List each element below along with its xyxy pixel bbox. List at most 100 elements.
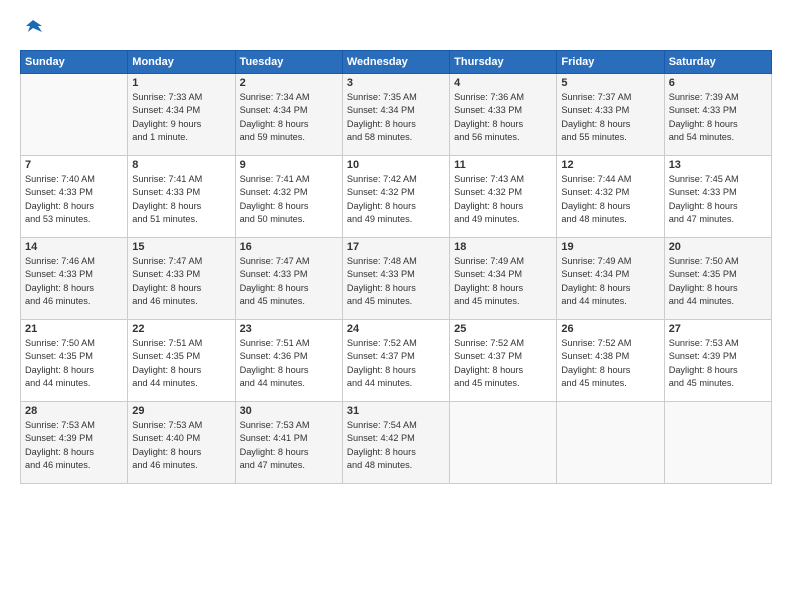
day-cell: 27 Sunrise: 7:53 AMSunset: 4:39 PMDayligh… <box>664 320 771 402</box>
day-info: Sunrise: 7:43 AMSunset: 4:32 PMDaylight:… <box>454 173 552 226</box>
logo <box>20 18 44 40</box>
day-cell: 14 Sunrise: 7:46 AMSunset: 4:33 PMDayligh… <box>21 238 128 320</box>
week-row-4: 21Sunrise: 7:50 AMSunset: 4:35 PMDayligh… <box>21 320 772 402</box>
header-day-wednesday: Wednesday <box>342 51 449 74</box>
day-cell: 19 Sunrise: 7:49 AMSunset: 4:34 PMDayligh… <box>557 238 664 320</box>
day-number: 2 <box>240 77 338 89</box>
day-info: Sunrise: 7:46 AMSunset: 4:33 PMDaylight:… <box>25 255 123 308</box>
calendar-table: SundayMondayTuesdayWednesdayThursdayFrid… <box>20 50 772 484</box>
header-day-monday: Monday <box>128 51 235 74</box>
day-number: 20 <box>669 241 767 253</box>
week-row-1: 1 Sunrise: 7:33 AMSunset: 4:34 PMDaylight… <box>21 74 772 156</box>
day-number: 27 <box>669 323 767 335</box>
day-number: 18 <box>454 241 552 253</box>
day-info: Sunrise: 7:40 AMSunset: 4:33 PMDaylight:… <box>25 173 123 226</box>
day-info: Sunrise: 7:53 AMSunset: 4:41 PMDaylight:… <box>240 419 338 472</box>
day-number: 1 <box>132 77 230 89</box>
day-info: Sunrise: 7:35 AMSunset: 4:34 PMDaylight:… <box>347 91 445 144</box>
day-cell: 16 Sunrise: 7:47 AMSunset: 4:33 PMDayligh… <box>235 238 342 320</box>
day-info: Sunrise: 7:45 AMSunset: 4:33 PMDaylight:… <box>669 173 767 226</box>
day-cell: 25 Sunrise: 7:52 AMSunset: 4:37 PMDayligh… <box>450 320 557 402</box>
day-cell: 5 Sunrise: 7:37 AMSunset: 4:33 PMDaylight… <box>557 74 664 156</box>
day-number: 24 <box>347 323 445 335</box>
day-info: Sunrise: 7:37 AMSunset: 4:33 PMDaylight:… <box>561 91 659 144</box>
day-info: Sunrise: 7:52 AMSunset: 4:37 PMDaylight:… <box>347 337 445 390</box>
day-number: 31 <box>347 405 445 417</box>
day-cell: 30 Sunrise: 7:53 AMSunset: 4:41 PMDayligh… <box>235 402 342 484</box>
day-info: Sunrise: 7:53 AMSunset: 4:39 PMDaylight:… <box>669 337 767 390</box>
day-info: Sunrise: 7:54 AMSunset: 4:42 PMDaylight:… <box>347 419 445 472</box>
day-cell: 7 Sunrise: 7:40 AMSunset: 4:33 PMDaylight… <box>21 156 128 238</box>
day-number: 22 <box>132 323 230 335</box>
day-cell: 23Sunrise: 7:51 AMSunset: 4:36 PMDayligh… <box>235 320 342 402</box>
header-day-friday: Friday <box>557 51 664 74</box>
day-info: Sunrise: 7:50 AMSunset: 4:35 PMDaylight:… <box>669 255 767 308</box>
day-info: Sunrise: 7:51 AMSunset: 4:35 PMDaylight:… <box>132 337 230 390</box>
day-cell <box>21 74 128 156</box>
day-number: 19 <box>561 241 659 253</box>
day-info: Sunrise: 7:33 AMSunset: 4:34 PMDaylight:… <box>132 91 230 144</box>
day-cell: 18 Sunrise: 7:49 AMSunset: 4:34 PMDayligh… <box>450 238 557 320</box>
week-row-2: 7 Sunrise: 7:40 AMSunset: 4:33 PMDaylight… <box>21 156 772 238</box>
calendar-page: SundayMondayTuesdayWednesdayThursdayFrid… <box>0 0 792 612</box>
day-number: 8 <box>132 159 230 171</box>
day-cell: 2 Sunrise: 7:34 AMSunset: 4:34 PMDaylight… <box>235 74 342 156</box>
week-row-3: 14 Sunrise: 7:46 AMSunset: 4:33 PMDayligh… <box>21 238 772 320</box>
header <box>20 18 772 40</box>
header-day-sunday: Sunday <box>21 51 128 74</box>
header-row: SundayMondayTuesdayWednesdayThursdayFrid… <box>21 51 772 74</box>
day-cell: 8 Sunrise: 7:41 AMSunset: 4:33 PMDaylight… <box>128 156 235 238</box>
day-info: Sunrise: 7:41 AMSunset: 4:33 PMDaylight:… <box>132 173 230 226</box>
day-number: 5 <box>561 77 659 89</box>
day-number: 26 <box>561 323 659 335</box>
day-cell: 21Sunrise: 7:50 AMSunset: 4:35 PMDayligh… <box>21 320 128 402</box>
day-cell: 15 Sunrise: 7:47 AMSunset: 4:33 PMDayligh… <box>128 238 235 320</box>
day-info: Sunrise: 7:49 AMSunset: 4:34 PMDaylight:… <box>561 255 659 308</box>
day-info: Sunrise: 7:44 AMSunset: 4:32 PMDaylight:… <box>561 173 659 226</box>
day-cell <box>664 402 771 484</box>
header-day-thursday: Thursday <box>450 51 557 74</box>
day-cell: 4 Sunrise: 7:36 AMSunset: 4:33 PMDaylight… <box>450 74 557 156</box>
header-day-tuesday: Tuesday <box>235 51 342 74</box>
day-number: 30 <box>240 405 338 417</box>
day-number: 16 <box>240 241 338 253</box>
day-cell: 24 Sunrise: 7:52 AMSunset: 4:37 PMDayligh… <box>342 320 449 402</box>
day-info: Sunrise: 7:51 AMSunset: 4:36 PMDaylight:… <box>240 337 338 390</box>
day-info: Sunrise: 7:53 AMSunset: 4:40 PMDaylight:… <box>132 419 230 472</box>
day-info: Sunrise: 7:52 AMSunset: 4:37 PMDaylight:… <box>454 337 552 390</box>
day-number: 7 <box>25 159 123 171</box>
day-info: Sunrise: 7:41 AMSunset: 4:32 PMDaylight:… <box>240 173 338 226</box>
day-number: 9 <box>240 159 338 171</box>
day-number: 17 <box>347 241 445 253</box>
day-number: 10 <box>347 159 445 171</box>
day-cell: 1 Sunrise: 7:33 AMSunset: 4:34 PMDaylight… <box>128 74 235 156</box>
day-info: Sunrise: 7:47 AMSunset: 4:33 PMDaylight:… <box>240 255 338 308</box>
day-number: 28 <box>25 405 123 417</box>
day-info: Sunrise: 7:36 AMSunset: 4:33 PMDaylight:… <box>454 91 552 144</box>
day-info: Sunrise: 7:34 AMSunset: 4:34 PMDaylight:… <box>240 91 338 144</box>
day-cell: 12Sunrise: 7:44 AMSunset: 4:32 PMDayligh… <box>557 156 664 238</box>
day-cell: 3 Sunrise: 7:35 AMSunset: 4:34 PMDaylight… <box>342 74 449 156</box>
day-number: 21 <box>25 323 123 335</box>
day-number: 4 <box>454 77 552 89</box>
day-cell: 31 Sunrise: 7:54 AMSunset: 4:42 PMDayligh… <box>342 402 449 484</box>
day-cell: 26Sunrise: 7:52 AMSunset: 4:38 PMDayligh… <box>557 320 664 402</box>
day-cell: 22 Sunrise: 7:51 AMSunset: 4:35 PMDayligh… <box>128 320 235 402</box>
day-cell: 20 Sunrise: 7:50 AMSunset: 4:35 PMDayligh… <box>664 238 771 320</box>
day-number: 14 <box>25 241 123 253</box>
header-day-saturday: Saturday <box>664 51 771 74</box>
day-number: 25 <box>454 323 552 335</box>
day-cell: 17 Sunrise: 7:48 AMSunset: 4:33 PMDayligh… <box>342 238 449 320</box>
day-cell: 29Sunrise: 7:53 AMSunset: 4:40 PMDayligh… <box>128 402 235 484</box>
day-info: Sunrise: 7:49 AMSunset: 4:34 PMDaylight:… <box>454 255 552 308</box>
day-cell: 13Sunrise: 7:45 AMSunset: 4:33 PMDayligh… <box>664 156 771 238</box>
day-info: Sunrise: 7:48 AMSunset: 4:33 PMDaylight:… <box>347 255 445 308</box>
day-number: 15 <box>132 241 230 253</box>
day-cell <box>557 402 664 484</box>
day-number: 3 <box>347 77 445 89</box>
day-info: Sunrise: 7:53 AMSunset: 4:39 PMDaylight:… <box>25 419 123 472</box>
day-cell: 6Sunrise: 7:39 AMSunset: 4:33 PMDaylight… <box>664 74 771 156</box>
day-info: Sunrise: 7:47 AMSunset: 4:33 PMDaylight:… <box>132 255 230 308</box>
day-cell <box>450 402 557 484</box>
logo-icon <box>22 18 44 40</box>
